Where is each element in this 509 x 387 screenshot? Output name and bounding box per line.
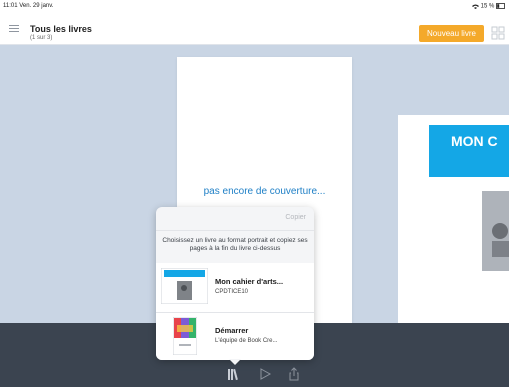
- book-count: (1 sur 3): [30, 35, 53, 41]
- status-time: 11:01 Ven. 29 janv.: [3, 3, 54, 9]
- book-list-item[interactable]: Mon cahier d'arts... CPDTICE10: [156, 263, 314, 312]
- divider: [156, 230, 314, 231]
- cover-title-banner: MON C M: [429, 125, 509, 177]
- cahier-cover-thumbnail: [160, 267, 209, 309]
- popover-instructions: Choisissez un livre au format portrait e…: [162, 237, 308, 252]
- copy-button[interactable]: Copier: [285, 214, 306, 221]
- new-book-button[interactable]: Nouveau livre: [419, 25, 484, 42]
- book-card-mon-cahier[interactable]: MON C M: [398, 115, 509, 335]
- cover-photo: [482, 191, 509, 271]
- book-author: L'équipe de Book Cre...: [215, 338, 278, 344]
- no-cover-placeholder: pas encore de couverture...: [203, 186, 326, 197]
- battery-indicator: 15 %: [471, 3, 506, 10]
- battery-level: 15 %: [480, 3, 495, 10]
- book-list-item[interactable]: Démarrer L'équipe de Book Cre...: [156, 312, 314, 360]
- book-title: Mon cahier d'arts...: [215, 277, 284, 286]
- book-title: Démarrer: [215, 326, 249, 335]
- battery-icon: [496, 3, 506, 10]
- wifi-icon: [471, 4, 481, 10]
- book-author: CPDTICE10: [215, 289, 249, 295]
- demarrer-cover-thumbnail: [172, 316, 198, 360]
- copy-pages-popover: Copier Choisissez un livre au format por…: [156, 207, 314, 360]
- page-title: Tous les livres: [30, 24, 92, 34]
- share-icon[interactable]: [287, 367, 301, 381]
- status-bar: 11:01 Ven. 29 janv. 15 %: [0, 0, 509, 14]
- library-icon[interactable]: [226, 367, 240, 381]
- grid-view-icon[interactable]: [491, 26, 505, 40]
- menu-icon[interactable]: [9, 25, 19, 34]
- cover-title-line1: MON C: [451, 133, 498, 149]
- popover-arrow: [229, 359, 241, 365]
- play-icon[interactable]: [258, 367, 272, 381]
